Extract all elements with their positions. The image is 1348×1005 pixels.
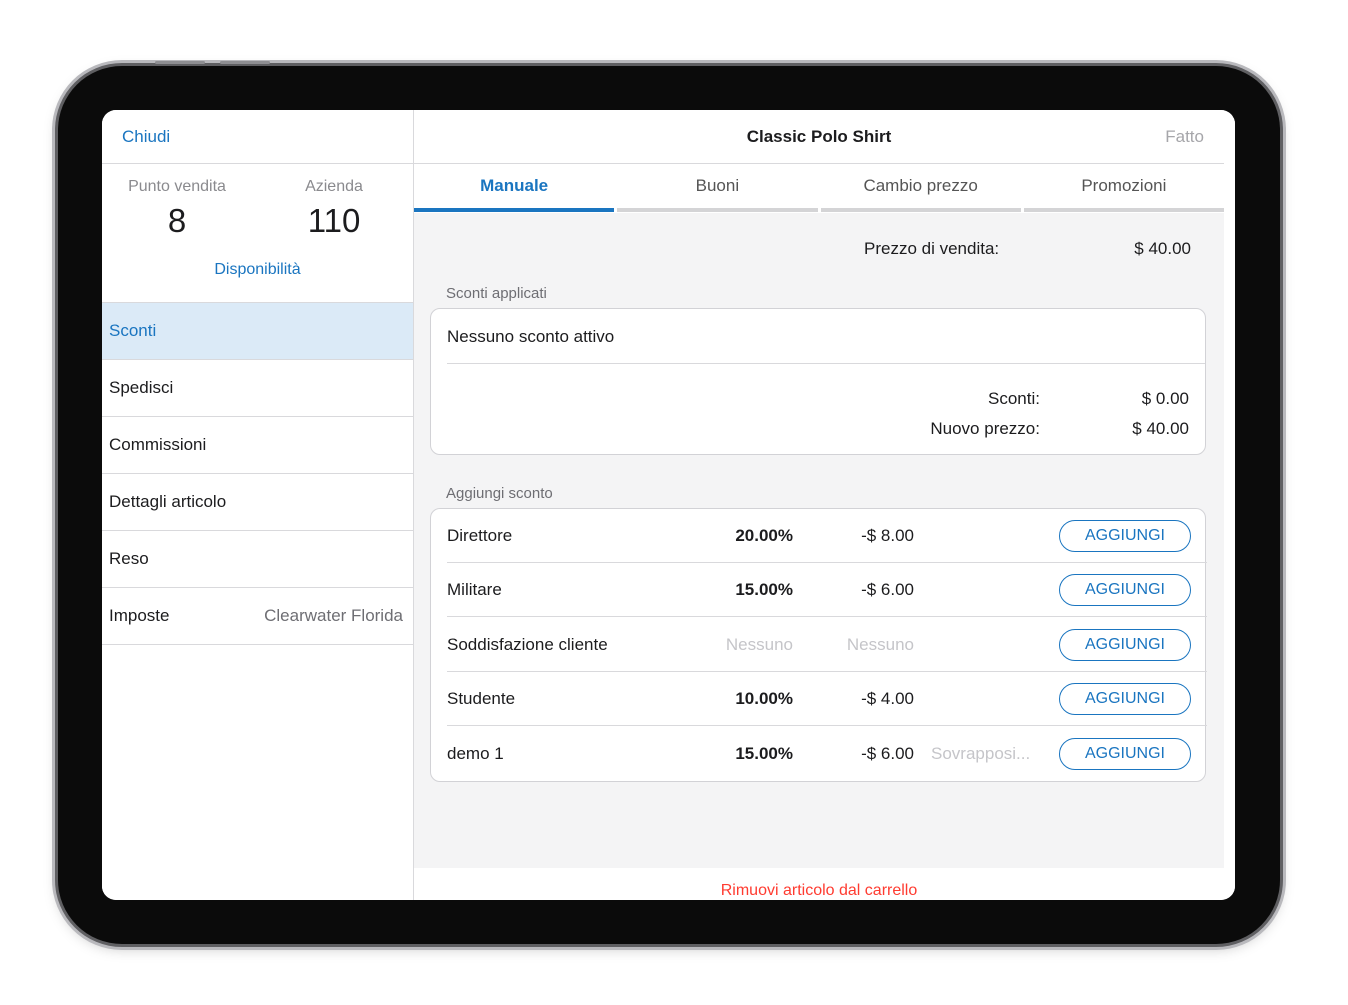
divider: [447, 725, 1207, 726]
discount-row: Soddisfazione cliente Nessuno Nessuno AG…: [431, 618, 1207, 672]
divider: [447, 616, 1207, 617]
tax-location-value: Clearwater Florida: [264, 606, 403, 625]
panel-nav-bar: Classic Polo Shirt Fatto: [414, 110, 1224, 164]
discount-amount: -$ 6.00: [861, 580, 914, 599]
tab-manual[interactable]: Manuale: [414, 164, 615, 212]
store-stock: Punto vendita 8: [102, 178, 252, 240]
done-button[interactable]: Fatto: [1165, 127, 1204, 147]
sale-price-value: $ 40.00: [1134, 239, 1191, 258]
discount-panel: Classic Polo Shirt Fatto Manuale Buoni C…: [414, 110, 1235, 900]
discount-amount: -$ 6.00: [861, 744, 914, 763]
sidebar: Chiudi Punto vendita 8 Azienda 110 Dispo…: [102, 110, 414, 900]
sidebar-nav-bar: Chiudi: [102, 110, 413, 164]
remove-item-button[interactable]: Rimuovi articolo dal carrello: [414, 882, 1224, 900]
tab-coupons[interactable]: Buoni: [617, 164, 818, 212]
discounts-total-label: Sconti:: [988, 389, 1040, 408]
no-active-discount-text: Nessuno sconto attivo: [447, 327, 615, 346]
new-price-value: $ 40.00: [1132, 419, 1189, 438]
add-discount-button[interactable]: AGGIUNGI: [1059, 520, 1191, 552]
add-discount-button[interactable]: AGGIUNGI: [1059, 683, 1191, 715]
sidebar-item-label: Sconti: [109, 321, 157, 340]
tab-promotions[interactable]: Promozioni: [1023, 164, 1224, 212]
discount-name: demo 1: [447, 744, 504, 763]
overlap-note: Sovrapposi...: [931, 744, 1031, 763]
discount-percent: 10.00%: [735, 689, 793, 708]
sidebar-item-label: Commissioni: [109, 435, 207, 454]
sidebar-item-taxes[interactable]: Imposte Clearwater Florida: [102, 588, 413, 645]
sidebar-item-label: Reso: [109, 549, 149, 568]
discount-percent: 15.00%: [735, 744, 793, 763]
sidebar-item-label: Spedisci: [109, 378, 174, 397]
availability-link[interactable]: Disponibilità: [102, 261, 413, 279]
add-discount-button[interactable]: AGGIUNGI: [1059, 574, 1191, 606]
discount-content: Prezzo di vendita: $ 40.00 Sconti applic…: [414, 213, 1224, 868]
discount-percent: Nessuno: [725, 635, 793, 654]
discount-row: Direttore 20.00% -$ 8.00 AGGIUNGI: [431, 509, 1207, 563]
discount-percent: 20.00%: [735, 526, 793, 545]
discount-name: Soddisfazione cliente: [447, 635, 608, 654]
sidebar-menu: Sconti Spedisci Commissioni Dettagli art…: [102, 302, 413, 645]
company-stock-label: Azienda: [305, 178, 363, 195]
store-stock-label: Punto vendita: [128, 178, 226, 195]
tab-price-change[interactable]: Cambio prezzo: [820, 164, 1021, 212]
sidebar-item-label: Dettagli articolo: [109, 492, 227, 511]
applied-discounts-card: Nessuno sconto attivo Sconti: $ 0.00 Nuo…: [430, 308, 1206, 455]
sidebar-item-item-details[interactable]: Dettagli articolo: [102, 474, 413, 531]
store-stock-value: 8: [167, 202, 187, 239]
add-discount-button[interactable]: AGGIUNGI: [1059, 629, 1191, 661]
item-title: Classic Polo Shirt: [746, 127, 892, 146]
discount-amount: Nessuno: [846, 635, 914, 654]
sidebar-item-commissions[interactable]: Commissioni: [102, 417, 413, 474]
discount-tabs: Manuale Buoni Cambio prezzo Promozioni: [414, 164, 1224, 212]
company-stock-value: 110: [307, 202, 361, 239]
discount-row: Militare 15.00% -$ 6.00 AGGIUNGI: [431, 563, 1207, 617]
discount-row: demo 1 15.00% -$ 6.00 Sovrapposi... AGGI…: [431, 727, 1207, 781]
divider: [447, 363, 1205, 364]
add-discount-card: Direttore 20.00% -$ 8.00 AGGIUNGI Milita…: [430, 508, 1207, 782]
volume-down-button: [220, 61, 270, 64]
sidebar-item-return[interactable]: Reso: [102, 531, 413, 588]
discount-percent: 15.00%: [735, 580, 793, 599]
discount-amount: -$ 8.00: [861, 526, 914, 545]
discount-name: Studente: [447, 689, 516, 708]
sale-price-label: Prezzo di vendita:: [864, 239, 1000, 258]
app-screen: Chiudi Punto vendita 8 Azienda 110 Dispo…: [102, 110, 1235, 900]
new-price-label: Nuovo prezzo:: [930, 419, 1040, 438]
discounts-total-value: $ 0.00: [1141, 389, 1189, 408]
applied-discounts-heading: Sconti applicati: [446, 285, 547, 302]
volume-up-button: [155, 61, 205, 64]
discount-name: Militare: [447, 580, 502, 599]
add-discount-heading: Aggiungi sconto: [446, 485, 553, 502]
sidebar-item-label: Imposte: [109, 606, 170, 625]
discount-row: Studente 10.00% -$ 4.00 AGGIUNGI: [431, 672, 1207, 726]
discount-amount: -$ 4.00: [861, 689, 914, 708]
discount-name: Direttore: [447, 526, 513, 545]
add-discount-button[interactable]: AGGIUNGI: [1059, 738, 1191, 770]
close-button[interactable]: Chiudi: [122, 127, 170, 147]
sidebar-item-ship[interactable]: Spedisci: [102, 360, 413, 417]
sidebar-item-discounts[interactable]: Sconti: [102, 303, 413, 360]
company-stock: Azienda 110: [259, 178, 409, 240]
